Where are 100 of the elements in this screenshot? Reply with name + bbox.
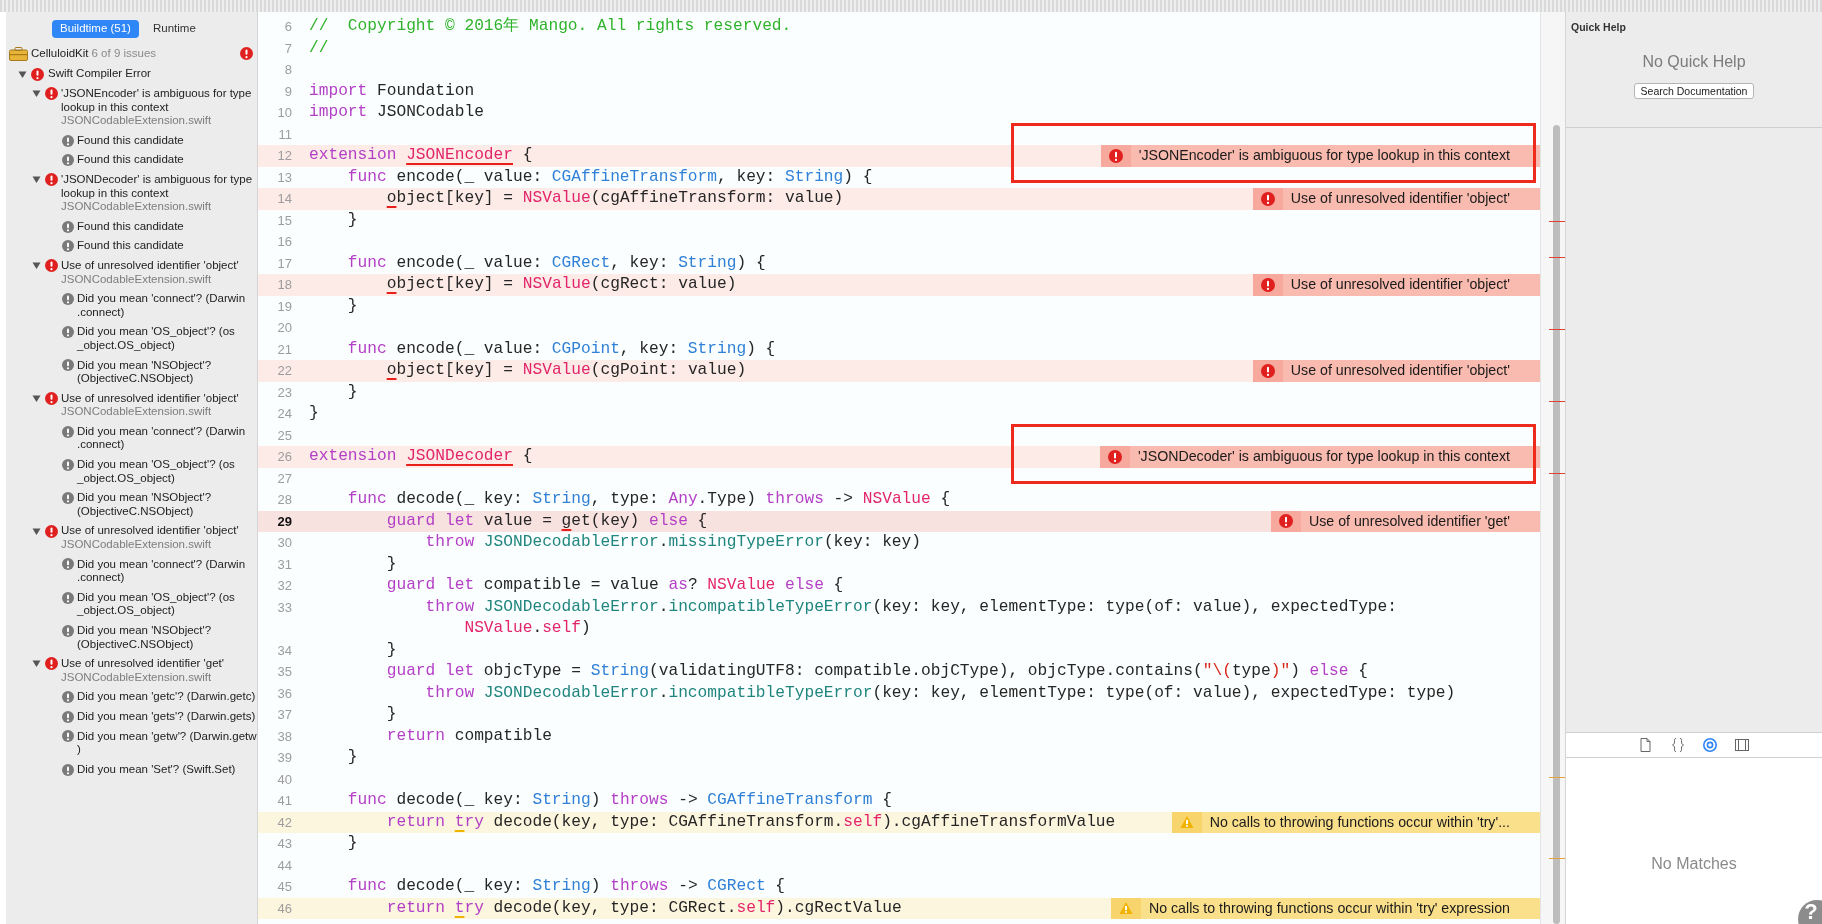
note-message[interactable]: Found this candidate xyxy=(77,219,184,234)
file-name: JSONCodableExtension.swift xyxy=(61,200,213,214)
warning-icon xyxy=(1179,815,1194,830)
code-text: } xyxy=(346,295,358,317)
code-text: func encode(_ value: CGPoint, key: String) { xyxy=(346,338,776,360)
line-number: 18 xyxy=(276,276,292,294)
navigator-tab[interactable]: Buildtime (51) xyxy=(52,20,139,38)
line-number: 38 xyxy=(276,727,292,746)
code-text: } xyxy=(346,209,358,231)
line-number: 30 xyxy=(276,534,292,552)
line-number: 42 xyxy=(276,813,292,832)
error-icon xyxy=(1107,449,1122,464)
code-text: func decode(_ key: String, type: Any.Type) throws -> NSValue { xyxy=(346,489,951,510)
line-number: 46 xyxy=(276,899,292,918)
empty-message: No Quick Help xyxy=(1642,51,1746,72)
line-number: 21 xyxy=(276,340,292,359)
disclosure-triangle[interactable] xyxy=(32,526,41,536)
disclosure-triangle[interactable] xyxy=(32,261,41,271)
note-message[interactable]: Did you mean 'OS_object'? (os _object.OS_object) xyxy=(77,590,235,618)
code-text: NSValue.self) xyxy=(463,618,591,639)
issue-message[interactable]: Use of unresolved identifier 'object' xyxy=(61,258,239,273)
error-icon xyxy=(45,657,58,671)
code-text: func encode(_ value: CGAffineTransform, key: String) { xyxy=(346,166,873,188)
braces-icon[interactable] xyxy=(1670,737,1686,753)
line-number: 10 xyxy=(276,104,292,122)
code-text: // xyxy=(309,37,329,59)
issue-count: 6 of 9 issues xyxy=(91,46,157,62)
disclosure-triangle[interactable] xyxy=(32,175,41,185)
note-message[interactable]: Did you mean 'Set'? (Swift.Set) xyxy=(77,762,236,777)
code-text: } xyxy=(346,381,358,403)
project-name: CelluloidKit xyxy=(31,46,89,62)
line-number: 15 xyxy=(276,211,292,230)
note-icon xyxy=(62,458,74,471)
note-message[interactable]: Found this candidate xyxy=(77,133,184,148)
note-message[interactable]: Did you mean 'NSObject'? (ObjectiveC.NSObject) xyxy=(77,491,212,519)
line-number: 17 xyxy=(276,254,292,273)
navigator-tab[interactable]: Runtime xyxy=(144,20,204,38)
issue-message: No calls to throwing functions occur within 'try'... xyxy=(1208,812,1511,832)
issue-message: 'JSONEncoder' is ambiguous for type lookup in this context xyxy=(1137,146,1511,166)
note-message[interactable]: Did you mean 'OS_object'? (os _object.OS_object) xyxy=(77,458,235,486)
note-message[interactable]: Did you mean 'connect'? (Darwin .connect) xyxy=(77,557,246,585)
line-number: 43 xyxy=(276,835,292,853)
issue-message: Use of unresolved identifier 'object' xyxy=(1289,361,1511,381)
group-label[interactable]: Swift Compiler Error xyxy=(48,65,151,83)
disclosure-triangle[interactable] xyxy=(32,659,41,669)
issue-message[interactable]: 'JSONDecoder' is ambiguous for type lookup in this context xyxy=(61,172,253,201)
code-text: extension JSONEncoder { xyxy=(309,145,533,166)
code-text: } xyxy=(346,747,358,768)
issue-message[interactable]: Use of unresolved identifier 'get' xyxy=(61,657,224,671)
code-text: throw JSONDecodableError.incompatibleTypeError(key: key, elementType: type(of: value), expectedType: xyxy=(424,596,1397,618)
code-text: func decode(_ key: String) throws -> CGRect { xyxy=(346,876,786,897)
scroll-bar[interactable] xyxy=(1540,12,1565,924)
line-number: 14 xyxy=(276,190,292,208)
code-text: extension JSONDecoder { xyxy=(309,446,533,467)
note-message[interactable]: Did you mean 'connect'? (Darwin .connect) xyxy=(77,424,246,453)
note-message[interactable]: Did you mean 'getw'? (Darwin.getw ) xyxy=(77,729,257,757)
code-text: func encode(_ value: CGRect, key: String) { xyxy=(346,252,766,274)
code-text: throw JSONDecodableError.incompatibleTypeError(key: key, elementType: type(of: value), expectedType: type) xyxy=(424,682,1456,704)
code-text: throw JSONDecodableError.missingTypeError(key: key) xyxy=(424,532,922,553)
issue-message[interactable]: 'JSONEncoder' is ambiguous for type lookup in this context xyxy=(61,87,252,115)
note-message[interactable]: Did you mean 'getc'? (Darwin.getc) xyxy=(77,690,256,704)
line-number: 19 xyxy=(276,297,292,316)
object-icon[interactable] xyxy=(1702,737,1718,753)
error-icon xyxy=(45,87,58,101)
issue-message[interactable]: Use of unresolved identifier 'object' xyxy=(61,524,239,539)
line-number: 40 xyxy=(276,770,292,789)
code-text: // Copyright © 2016年 Mango. All rights reserved. xyxy=(309,16,792,37)
error-icon xyxy=(31,67,44,81)
line-number: 44 xyxy=(276,856,292,875)
file-name: JSONCodableExtension.swift xyxy=(61,405,213,419)
note-message[interactable]: Did you mean 'connect'? (Darwin .connect) xyxy=(77,292,246,320)
issue-message: 'JSONDecoder' is ambiguous for type lookup in this context xyxy=(1136,447,1511,467)
note-message[interactable]: Did you mean 'gets'? (Darwin.gets) xyxy=(77,709,256,724)
search-documentation-button[interactable]: Search Documentation xyxy=(1633,82,1755,99)
file-icon[interactable] xyxy=(1638,737,1654,753)
note-icon xyxy=(62,220,74,233)
line-number: 39 xyxy=(276,749,292,767)
note-icon xyxy=(62,134,74,147)
note-message[interactable]: Did you mean 'NSObject'? (ObjectiveC.NSObject) xyxy=(77,358,212,386)
note-message[interactable]: Found this candidate xyxy=(77,153,184,167)
code-text: } xyxy=(385,553,397,575)
line-number: 36 xyxy=(276,684,292,703)
line-number: 7 xyxy=(283,39,292,58)
disclosure-triangle[interactable] xyxy=(32,89,41,99)
note-icon xyxy=(62,624,74,637)
disclosure-triangle[interactable] xyxy=(32,394,41,403)
note-message[interactable]: Did you mean 'OS_object'? (os _object.OS_object) xyxy=(77,325,235,353)
note-message[interactable]: Found this candidate xyxy=(77,239,184,253)
error-icon xyxy=(45,259,58,273)
line-number: 8 xyxy=(283,61,292,79)
code-text: guard let compatible = value as? NSValue else { xyxy=(385,575,844,596)
issue-message[interactable]: Use of unresolved identifier 'object' xyxy=(61,391,239,406)
warning-icon xyxy=(1118,901,1133,916)
error-icon xyxy=(1108,148,1123,163)
note-icon xyxy=(62,154,74,167)
disclosure-triangle[interactable] xyxy=(18,69,27,79)
code-text: } xyxy=(385,639,397,661)
media-icon[interactable] xyxy=(1734,737,1750,753)
note-message[interactable]: Did you mean 'NSObject'? (ObjectiveC.NSObject) xyxy=(77,624,212,652)
line-number: 6 xyxy=(283,18,292,36)
